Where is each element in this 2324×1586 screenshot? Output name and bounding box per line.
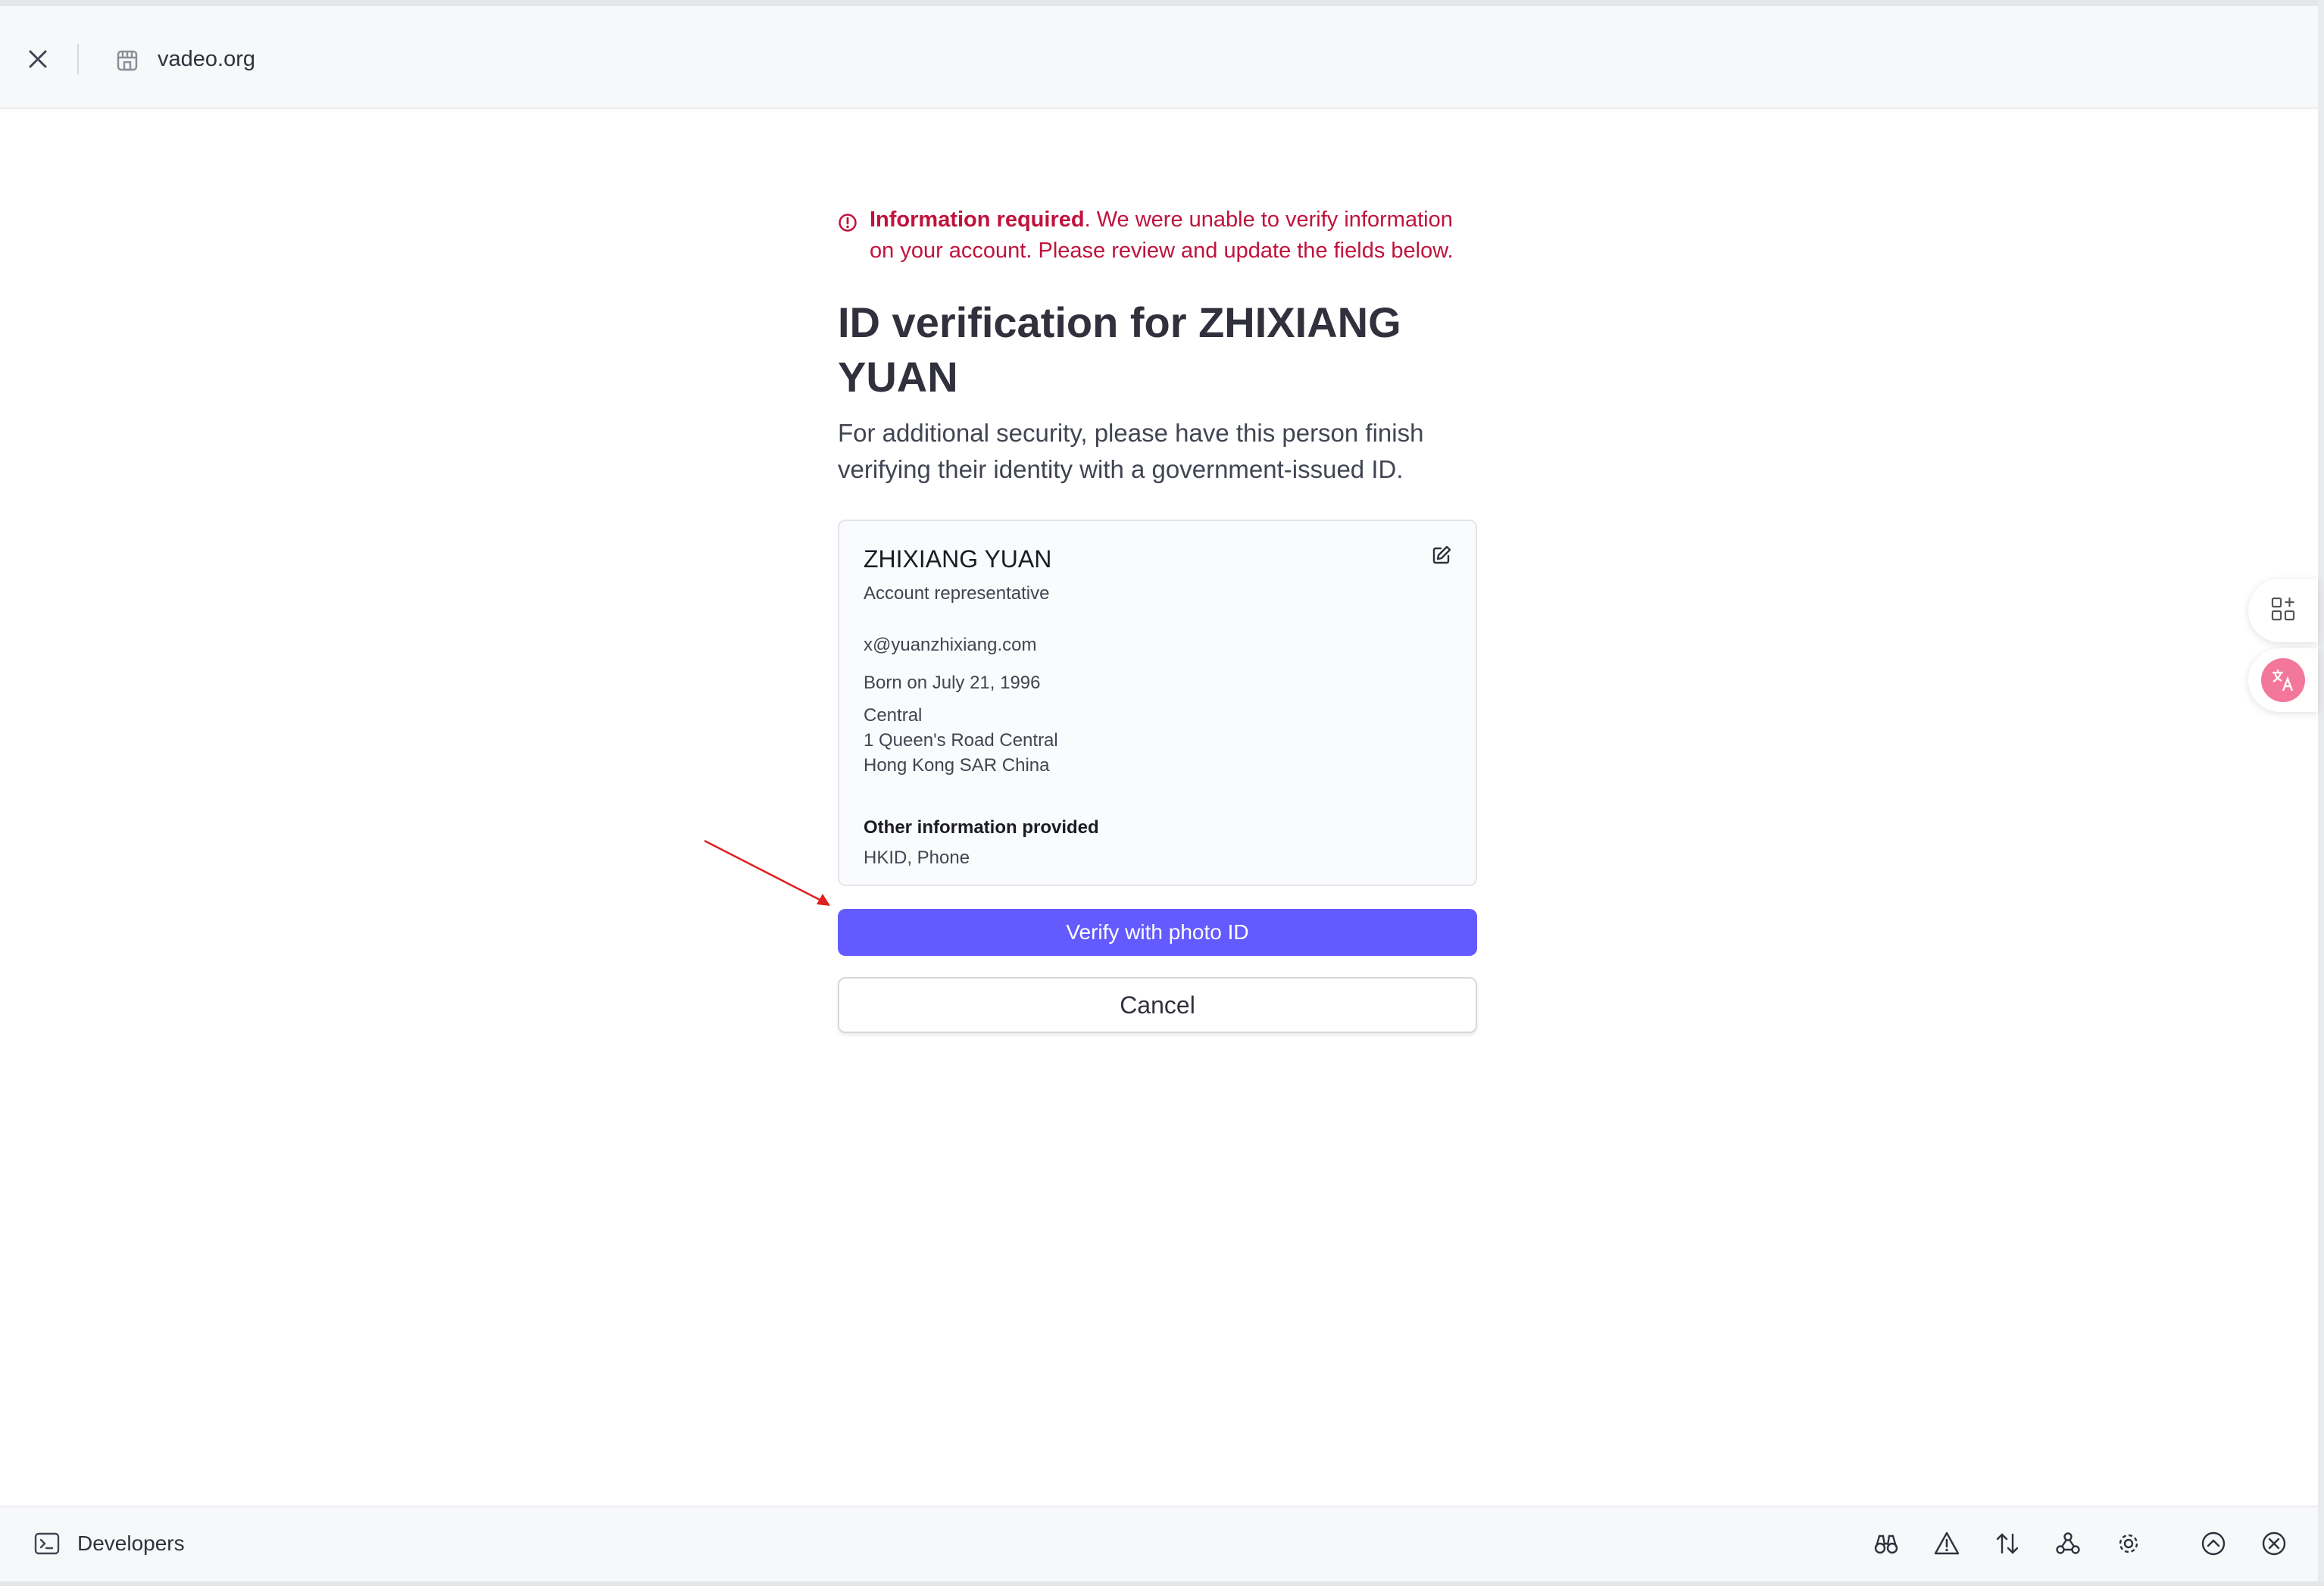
verify-photo-id-button[interactable]: Verify with photo ID <box>838 909 1477 956</box>
settings-icon[interactable] <box>2113 1528 2144 1559</box>
collapse-up-icon[interactable] <box>2198 1528 2229 1559</box>
sort-arrows-icon[interactable] <box>1992 1528 2023 1559</box>
other-info-value: HKID, Phone <box>864 848 970 868</box>
person-dob: Born on July 21, 1996 <box>864 673 1041 693</box>
window-edge <box>2318 0 2324 1586</box>
alert-circle-icon <box>838 211 857 232</box>
page-subtitle: For additional security, please have thi… <box>838 419 1424 483</box>
verification-panel: Information required. We were unable to … <box>838 204 1477 1033</box>
close-circle-icon[interactable] <box>2259 1528 2289 1559</box>
developers-bar: Developers <box>0 1506 2318 1581</box>
translate-button[interactable] <box>2248 648 2318 712</box>
address-line: 1 Queen's Road Central <box>864 730 1058 751</box>
site-name: vadeo.org <box>158 47 255 71</box>
annotation-arrow <box>704 839 830 906</box>
address-line: Hong Kong SAR China <box>864 755 1050 776</box>
person-card: ZHIXIANG YUAN Account representative x@y… <box>838 520 1477 886</box>
top-rule <box>0 0 2318 6</box>
developers-label[interactable]: Developers <box>77 1531 185 1556</box>
close-icon[interactable] <box>23 44 53 74</box>
other-info-label: Other information provided <box>864 817 1099 838</box>
address-line: Central <box>864 705 923 726</box>
person-email: x@yuanzhixiang.com <box>864 635 1037 655</box>
add-widget-button[interactable] <box>2248 579 2318 642</box>
edit-icon[interactable] <box>1430 544 1453 567</box>
alert-title: Information required <box>870 208 1085 232</box>
person-name: ZHIXIANG YUAN <box>864 545 1052 573</box>
warning-icon[interactable] <box>1932 1528 1962 1559</box>
top-bar: vadeo.org <box>0 6 2318 109</box>
webhook-icon[interactable] <box>2053 1528 2083 1559</box>
translate-icon <box>2261 658 2305 702</box>
storefront-icon <box>114 47 141 74</box>
person-role: Account representative <box>864 583 1050 604</box>
page-title: ID verification for ZHIXIANG YUAN <box>838 298 1401 401</box>
add-widget-icon <box>2268 594 2298 628</box>
bottom-rule <box>0 1581 2324 1586</box>
divider <box>77 44 79 74</box>
cancel-button[interactable]: Cancel <box>838 977 1477 1033</box>
binoculars-icon[interactable] <box>1871 1528 1901 1559</box>
terminal-icon[interactable] <box>33 1530 61 1557</box>
alert-banner: Information required. We were unable to … <box>838 204 1477 267</box>
person-address: Central 1 Queen's Road Central Hong Kong… <box>864 703 1451 778</box>
app-frame: vadeo.org Information required. We were … <box>0 0 2324 1586</box>
